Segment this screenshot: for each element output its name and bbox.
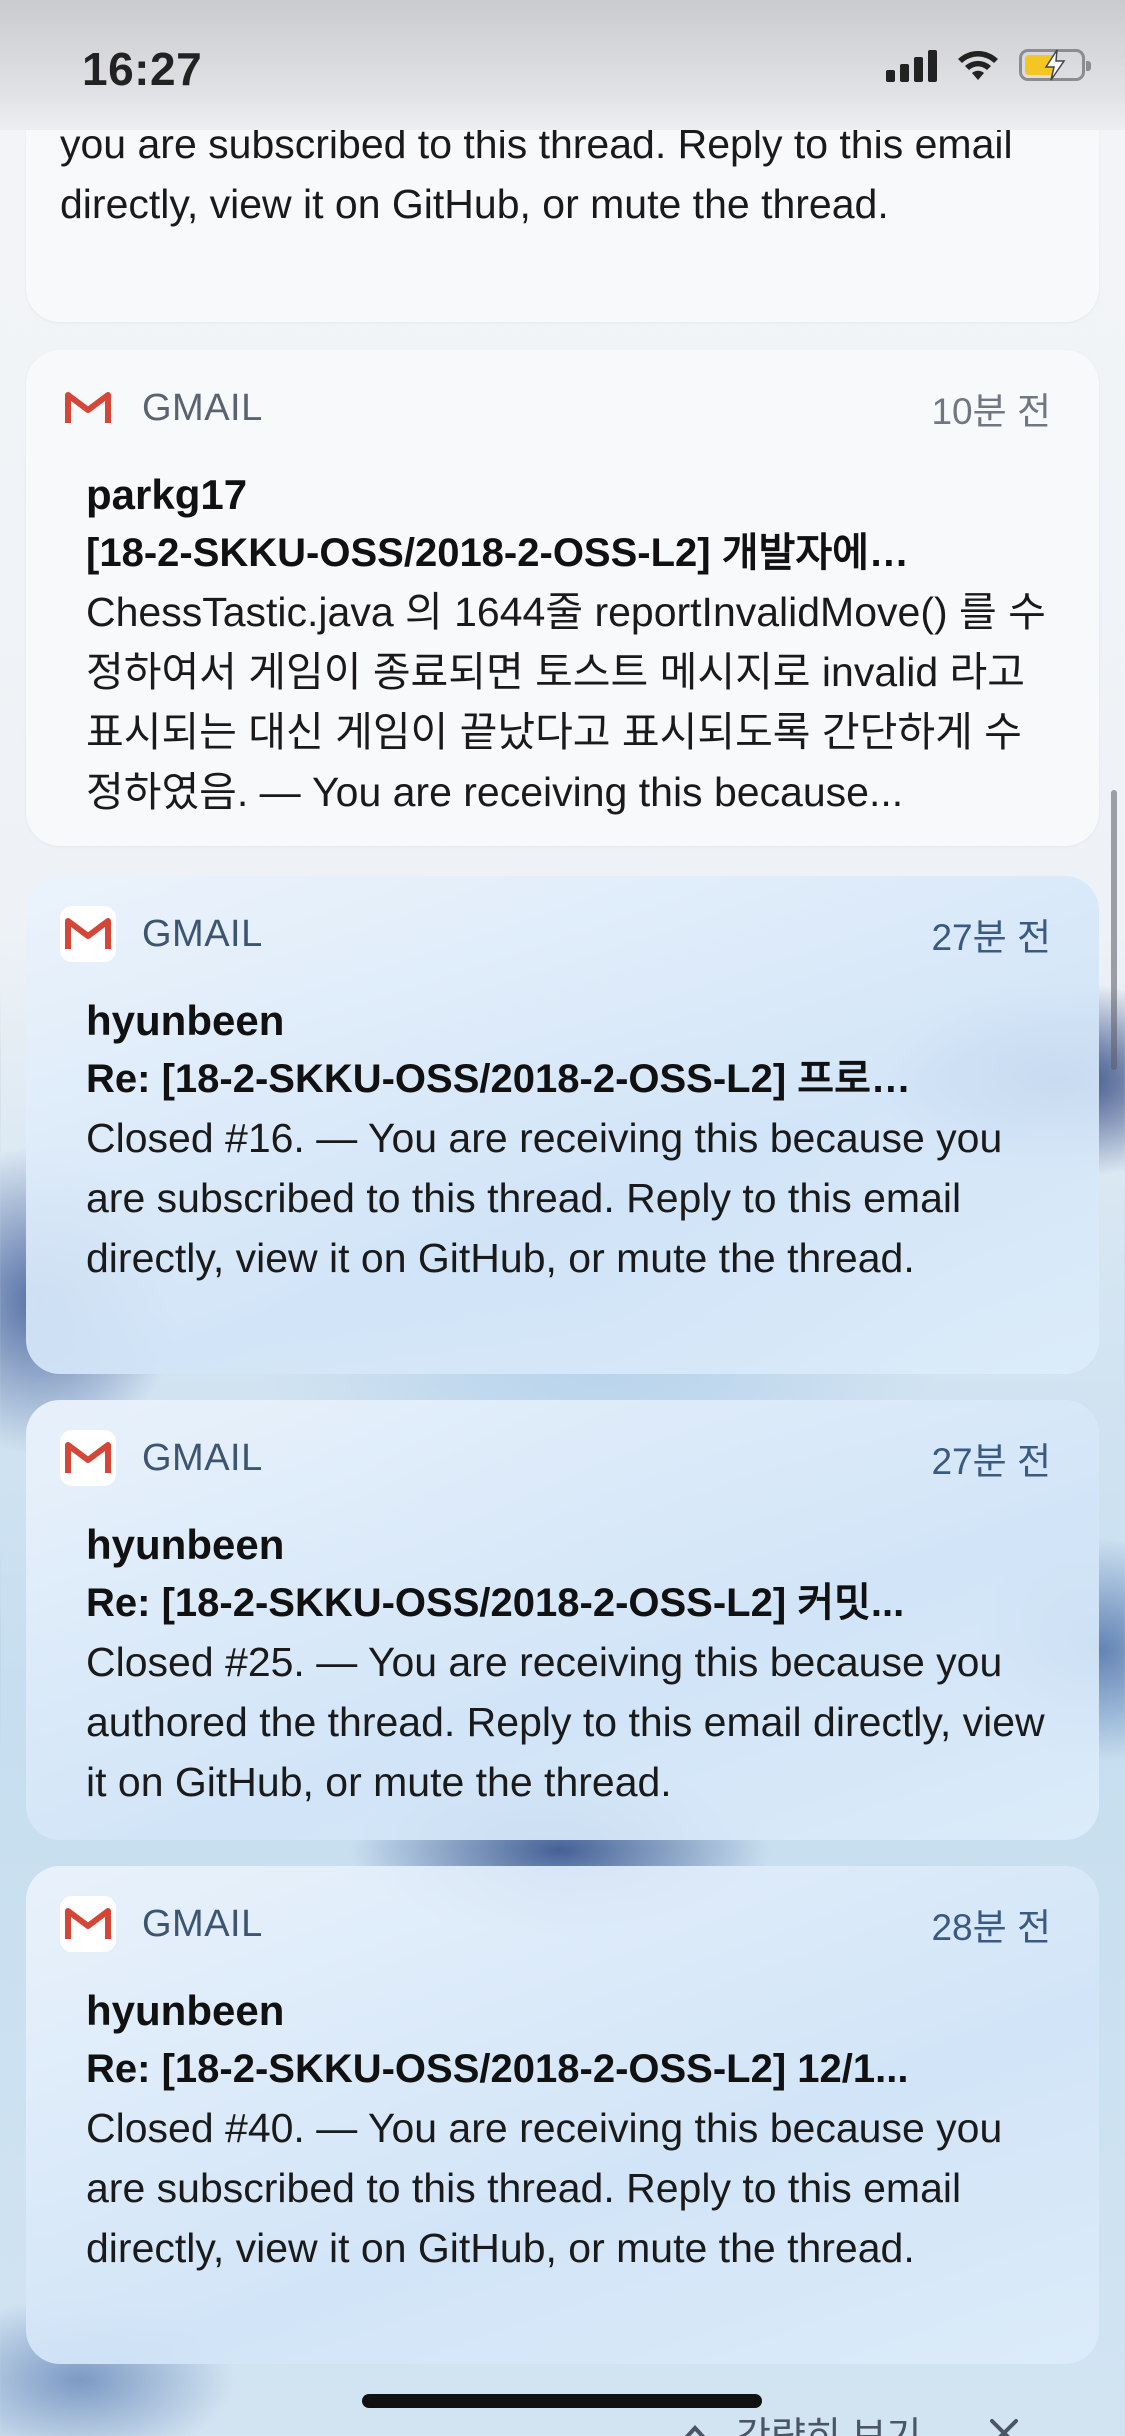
- bottom-controls: 간략히 보기: [680, 2405, 1021, 2436]
- signal-icon: [886, 48, 937, 82]
- notification-time: 27분 전: [931, 1441, 1051, 1482]
- notification-subject: Re: [18-2-SKKU-OSS/2018-2-OSS-L2] 커밋...: [86, 1581, 905, 1625]
- notification-sender: parkg17: [86, 471, 248, 518]
- notification-card[interactable]: GMAIL 27분 전 hyunbeen Re: [18-2-SKKU-OSS/…: [26, 1400, 1099, 1840]
- gmail-icon: [60, 380, 116, 436]
- notification-preview: Closed #25. — You are receiving this bec…: [86, 1639, 1045, 1805]
- notification-time: 10분 전: [931, 391, 1051, 432]
- gmail-icon: [60, 1896, 116, 1952]
- notification-sender: hyunbeen: [86, 1521, 285, 1568]
- app-name: GMAIL: [142, 1902, 263, 1945]
- notification-time: 27분 전: [931, 917, 1051, 958]
- app-name: GMAIL: [142, 386, 263, 429]
- notification-header: GMAIL 10분 전: [60, 350, 1051, 466]
- status-icons: [886, 48, 1091, 82]
- app-name: GMAIL: [142, 1436, 263, 1479]
- chevron-up-icon[interactable]: [680, 2422, 710, 2436]
- notification-preview-partial: you are subscribed to this thread. Reply…: [60, 121, 1013, 227]
- battery-icon: [1019, 49, 1091, 81]
- notification-sender: hyunbeen: [86, 997, 285, 1044]
- show-less-button[interactable]: 간략히 보기: [736, 2405, 921, 2436]
- status-time: 16:27: [82, 43, 203, 95]
- notification-time: 28분 전: [931, 1907, 1051, 1948]
- gmail-icon: [60, 906, 116, 962]
- notification-header: GMAIL 27분 전: [60, 876, 1051, 992]
- close-icon[interactable]: [987, 2416, 1021, 2436]
- notification-preview: ChessTastic.java 의 1644줄 reportInvalidMo…: [86, 589, 1046, 815]
- notification-card[interactable]: GMAIL 27분 전 hyunbeen Re: [18-2-SKKU-OSS/…: [26, 876, 1099, 1374]
- wifi-icon: [958, 51, 998, 80]
- notification-subject: Re: [18-2-SKKU-OSS/2018-2-OSS-L2] 프로…: [86, 1057, 911, 1101]
- notification-sender: hyunbeen: [86, 1987, 285, 2034]
- notification-preview: Closed #16. — You are receiving this bec…: [86, 1115, 1003, 1281]
- scroll-indicator[interactable]: [1111, 790, 1117, 1070]
- notification-header: GMAIL 27분 전: [60, 1400, 1051, 1516]
- notification-card[interactable]: GMAIL 10분 전 parkg17 [18-2-SKKU-OSS/2018-…: [26, 350, 1099, 846]
- status-bar: 16:27: [0, 0, 1125, 130]
- gmail-icon: [60, 1430, 116, 1486]
- notification-card[interactable]: GMAIL 28분 전 hyunbeen Re: [18-2-SKKU-OSS/…: [26, 1866, 1099, 2364]
- app-name: GMAIL: [142, 912, 263, 955]
- notification-subject: [18-2-SKKU-OSS/2018-2-OSS-L2] 개발자에…: [86, 531, 909, 575]
- notification-subject: Re: [18-2-SKKU-OSS/2018-2-OSS-L2] 12/1..…: [86, 2047, 909, 2091]
- notification-header: GMAIL 28분 전: [60, 1866, 1051, 1982]
- home-indicator[interactable]: [362, 2394, 762, 2408]
- notification-preview: Closed #40. — You are receiving this bec…: [86, 2105, 1003, 2271]
